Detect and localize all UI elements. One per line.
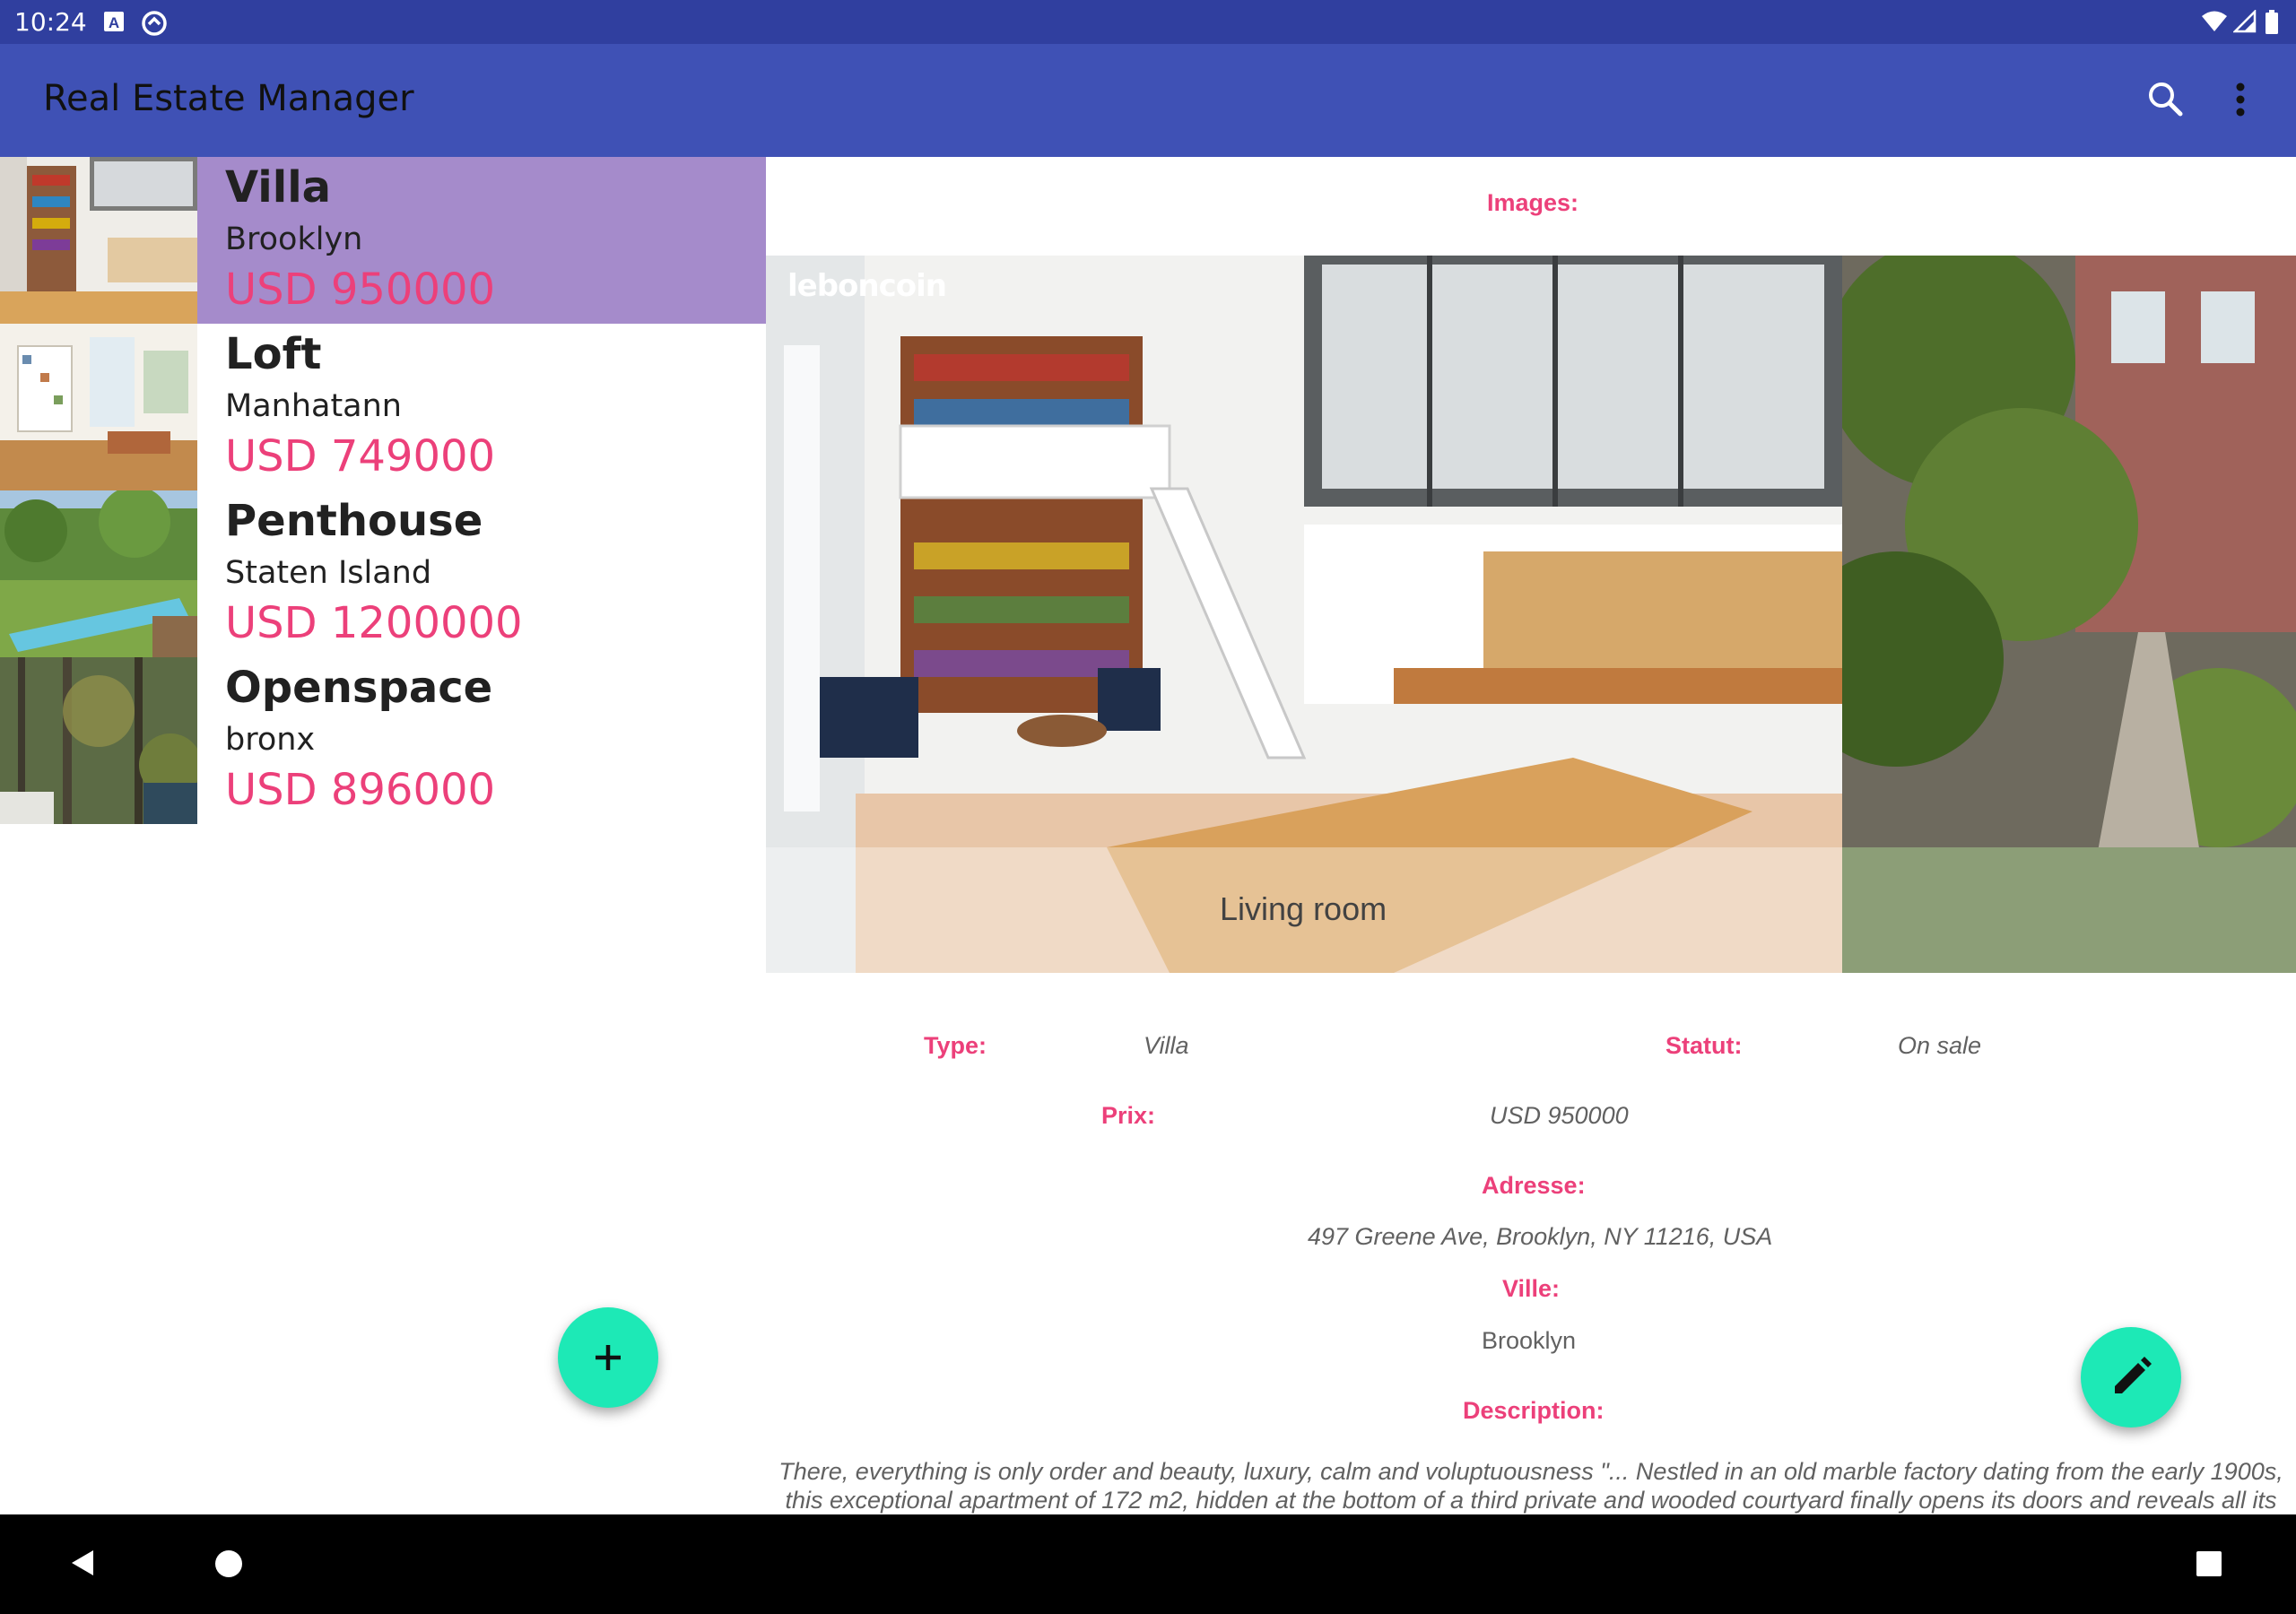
system-nav-bar <box>0 1514 2296 1614</box>
type-value: Villa <box>1144 1032 1189 1059</box>
property-city: bronx <box>225 722 316 758</box>
price-value: USD 950000 <box>1490 1102 1629 1129</box>
price-label: Prix: <box>1101 1102 1156 1129</box>
status-time: 10:24 <box>14 7 87 37</box>
property-list: Villa Brooklyn USD 950000 Loft Manhatann… <box>0 157 766 1514</box>
property-type: Villa <box>225 162 332 213</box>
property-city: Staten Island <box>225 555 432 591</box>
add-property-button[interactable] <box>558 1307 658 1408</box>
property-item-villa[interactable]: Villa Brooklyn USD 950000 <box>0 157 766 324</box>
home-icon[interactable] <box>213 1549 244 1584</box>
caption-overlay <box>1842 847 2296 973</box>
property-thumbnail <box>0 657 197 824</box>
pencil-icon <box>2115 1357 2152 1393</box>
status-bar: 10:24 A <box>0 0 2296 44</box>
app-bar: Real Estate Manager <box>0 44 2296 157</box>
wifi-icon <box>2201 10 2227 33</box>
more-vert-icon[interactable] <box>2213 73 2267 126</box>
photo-caption: Living room <box>1220 890 1387 927</box>
property-detail: Images: leboncoin Living room Type: Vill… <box>766 157 2296 1514</box>
property-thumbnail <box>0 324 197 490</box>
property-price: USD 749000 <box>225 431 496 482</box>
type-label: Type: <box>924 1032 987 1059</box>
leboncoin-watermark: leboncoin <box>787 268 947 304</box>
property-type: Openspace <box>225 663 493 713</box>
description-text: There, everything is only order and beau… <box>766 1457 2296 1514</box>
city-label: Ville: <box>1502 1275 1561 1302</box>
property-thumbnail <box>0 490 197 657</box>
property-type: Loft <box>225 329 322 379</box>
svg-text:A: A <box>109 14 119 31</box>
property-price: USD 950000 <box>225 265 496 315</box>
gallery-photo[interactable]: leboncoin Living room <box>766 256 1842 973</box>
gallery-photo[interactable] <box>1842 256 2296 973</box>
signal-icon <box>2231 8 2257 33</box>
property-city: Brooklyn <box>225 221 363 257</box>
property-price: USD 896000 <box>225 765 496 815</box>
description-line: this exceptional apartment of 172 m2, hi… <box>785 1487 2277 1514</box>
address-value: 497 Greene Ave, Brooklyn, NY 11216, USA <box>1308 1223 1773 1250</box>
image-gallery[interactable]: leboncoin Living room <box>766 256 2296 973</box>
property-city: Manhatann <box>225 388 402 424</box>
edit-property-button[interactable] <box>2081 1327 2181 1427</box>
property-thumbnail <box>0 157 197 324</box>
property-item-penthouse[interactable]: Penthouse Staten Island USD 1200000 <box>0 490 766 657</box>
property-item-loft[interactable]: Loft Manhatann USD 749000 <box>0 324 766 490</box>
property-type: Penthouse <box>225 496 483 546</box>
property-item-openspace[interactable]: Openspace bronx USD 896000 <box>0 657 766 824</box>
description-label: Description: <box>1463 1397 1605 1424</box>
app-title: Real Estate Manager <box>43 78 414 119</box>
recents-icon[interactable] <box>2196 1550 2222 1582</box>
search-icon[interactable] <box>2139 73 2193 126</box>
keyboard-a-icon: A <box>102 10 126 33</box>
back-icon[interactable] <box>66 1547 99 1584</box>
sync-circle-icon <box>141 10 167 36</box>
address-label: Adresse: <box>1482 1172 1586 1199</box>
status-value: On sale <box>1898 1032 1982 1059</box>
status-label: Statut: <box>1665 1032 1743 1059</box>
images-label: Images: <box>1487 189 1579 216</box>
city-value: Brooklyn <box>1482 1327 1577 1354</box>
battery-icon <box>2265 10 2279 34</box>
description-line: There, everything is only order and beau… <box>778 1458 2283 1485</box>
property-price: USD 1200000 <box>225 598 523 648</box>
plus-icon <box>596 1345 621 1370</box>
